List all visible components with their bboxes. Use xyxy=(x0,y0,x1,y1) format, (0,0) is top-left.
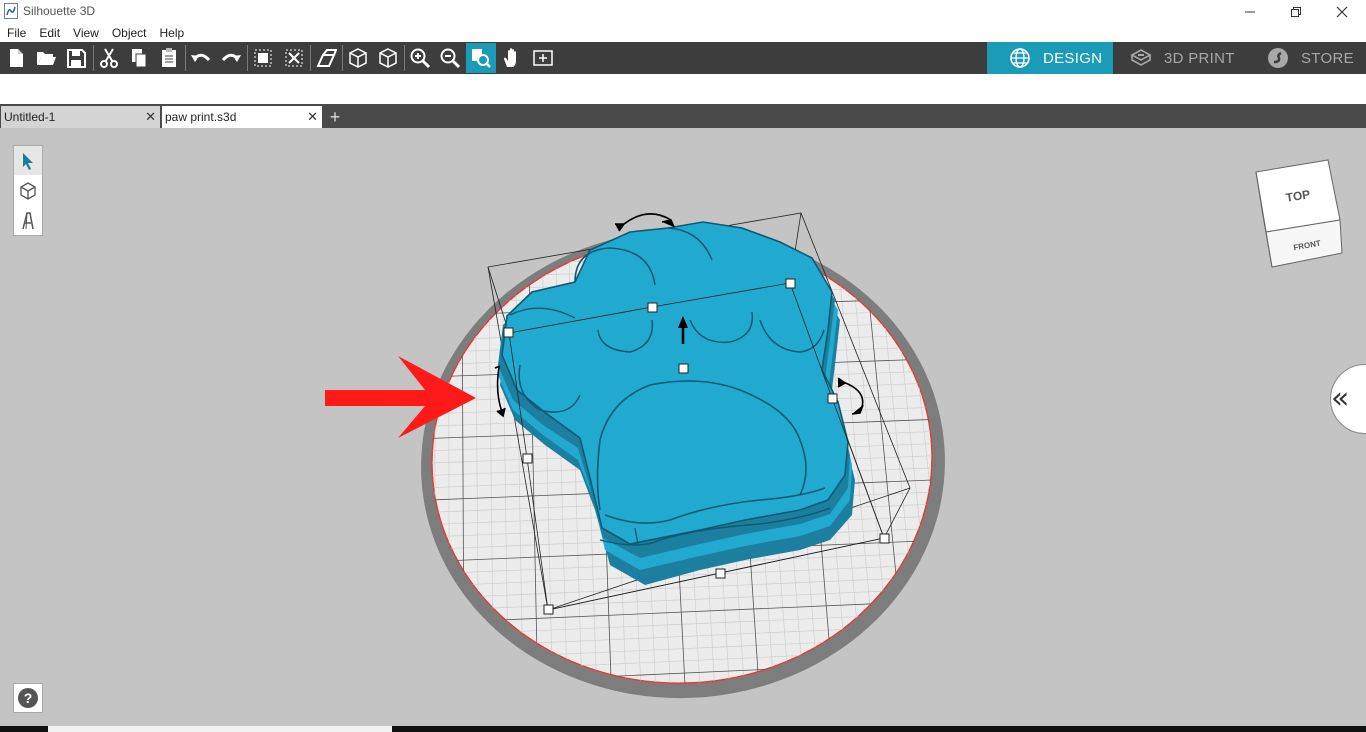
menu-view[interactable]: View xyxy=(66,24,105,42)
text-tool-button[interactable] xyxy=(14,206,42,235)
group-icon xyxy=(254,49,272,67)
clipboard-icon xyxy=(162,48,176,67)
extrude-icon xyxy=(316,49,337,67)
plus-icon: + xyxy=(329,106,341,127)
select-tool-button[interactable] xyxy=(14,146,42,175)
help-icon: ? xyxy=(18,688,38,708)
zoom-selection-icon xyxy=(472,49,491,68)
save-icon xyxy=(67,49,86,68)
doc-tab-label: Untitled-1 xyxy=(4,110,56,124)
pan-button[interactable] xyxy=(497,43,527,73)
cube-outline-icon xyxy=(379,48,397,68)
undo-button[interactable] xyxy=(186,43,216,73)
tab-3d-print-label: 3D PRINT xyxy=(1164,49,1235,67)
navigation-cube[interactable]: TOP FRONT xyxy=(1248,156,1348,271)
menu-edit[interactable]: Edit xyxy=(32,24,66,42)
3d-viewport[interactable]: TOP FRONT « ? xyxy=(0,128,1366,726)
add-tab-button[interactable]: + xyxy=(324,106,346,128)
group-button[interactable] xyxy=(248,43,278,73)
box-icon xyxy=(20,181,36,200)
svg-text:?: ? xyxy=(24,690,33,706)
restore-button[interactable] xyxy=(1273,0,1319,24)
title-bar: Silhouette 3D xyxy=(0,0,1366,24)
ungroup-icon xyxy=(285,49,303,67)
extrude-button[interactable] xyxy=(311,43,341,73)
tab-store[interactable]: STORE xyxy=(1250,42,1366,74)
help-button[interactable]: ? xyxy=(13,683,43,713)
save-button[interactable] xyxy=(61,43,91,73)
close-icon[interactable]: ✕ xyxy=(145,109,156,125)
copy-icon xyxy=(132,49,147,68)
menu-bar: File Edit View Object Help xyxy=(0,24,1366,42)
undo-icon xyxy=(191,53,211,62)
ungroup-button[interactable] xyxy=(279,43,309,73)
close-icon xyxy=(1336,6,1348,18)
tab-design[interactable]: DESIGN xyxy=(987,42,1113,74)
document-tab-bar: Untitled-1 ✕ paw print.s3d ✕ + xyxy=(0,104,1366,128)
scissors-icon xyxy=(100,48,118,68)
hand-icon xyxy=(504,48,516,67)
globe-icon xyxy=(1010,48,1030,68)
open-button[interactable] xyxy=(31,43,61,73)
new-document-icon xyxy=(10,49,23,67)
cube-icon xyxy=(349,48,367,68)
minimize-button[interactable] xyxy=(1227,0,1273,24)
menu-file[interactable]: File xyxy=(0,24,32,42)
view-iso-button[interactable] xyxy=(373,43,403,73)
options-bar xyxy=(0,74,1366,104)
doc-tab-label: paw print.s3d xyxy=(165,110,237,124)
doc-tab-paw-print[interactable]: paw print.s3d ✕ xyxy=(162,106,322,128)
fit-page-button[interactable] xyxy=(528,43,558,73)
taskbar-strip xyxy=(0,726,1366,732)
redo-button[interactable] xyxy=(216,43,246,73)
redo-icon xyxy=(221,53,241,62)
paste-button[interactable] xyxy=(154,43,184,73)
tab-design-label: DESIGN xyxy=(1043,49,1103,67)
side-tool-palette xyxy=(13,145,43,236)
copy-button[interactable] xyxy=(124,43,154,73)
folder-open-icon xyxy=(37,52,56,65)
doc-tab-untitled[interactable]: Untitled-1 ✕ xyxy=(1,106,160,128)
close-icon[interactable]: ✕ xyxy=(307,109,318,125)
tab-3d-print[interactable]: 3D PRINT xyxy=(1113,42,1250,74)
zoom-out-button[interactable] xyxy=(435,43,465,73)
menu-help[interactable]: Help xyxy=(153,24,191,42)
close-window-button[interactable] xyxy=(1319,0,1365,24)
double-chevron-left-icon: « xyxy=(1331,381,1350,416)
cut-button[interactable] xyxy=(94,43,124,73)
restore-icon xyxy=(1291,7,1301,17)
scene-canvas[interactable] xyxy=(0,128,1366,726)
print-bed-icon xyxy=(1130,49,1152,66)
zoom-in-icon xyxy=(410,48,431,69)
store-logo-icon xyxy=(1268,48,1288,68)
tab-store-label: STORE xyxy=(1301,49,1354,67)
select-arrow-icon xyxy=(23,152,33,170)
zoom-in-button[interactable] xyxy=(405,43,435,73)
shape-tool-button[interactable] xyxy=(14,176,42,205)
menu-object[interactable]: Object xyxy=(105,24,153,42)
minimize-icon xyxy=(1245,11,1255,13)
fit-page-icon xyxy=(533,50,553,66)
zoom-out-icon xyxy=(440,48,461,69)
window-title: Silhouette 3D xyxy=(23,4,96,18)
zoom-fit-button[interactable] xyxy=(466,43,496,73)
text-icon xyxy=(22,211,34,229)
app-logo-icon xyxy=(4,3,18,19)
new-document-button[interactable] xyxy=(1,43,31,73)
view-3d-button[interactable] xyxy=(343,43,373,73)
